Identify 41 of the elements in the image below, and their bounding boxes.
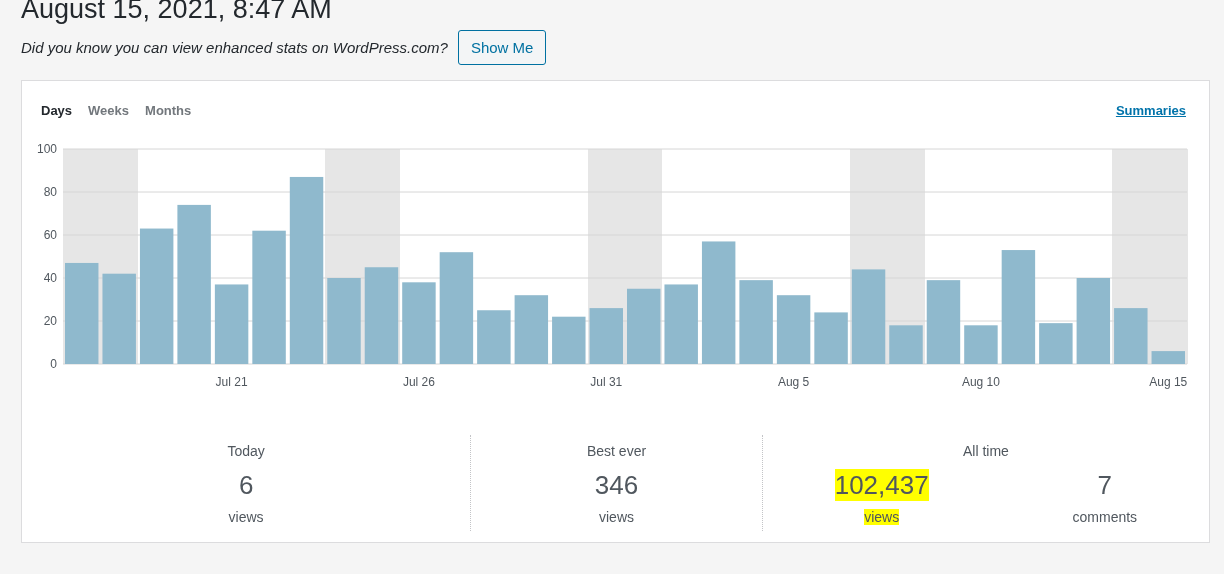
stat-unit: comments [1072, 509, 1138, 525]
notice-text: Did you know you can view enhanced stats on WordPress.com? [21, 38, 448, 56]
bar [477, 310, 511, 364]
x-tick-label: Aug 15 [1149, 375, 1188, 389]
y-tick-label: 40 [43, 271, 57, 285]
bar [1114, 308, 1148, 364]
stat-title: Today [227, 443, 265, 459]
bar [514, 295, 549, 364]
bar [889, 325, 923, 364]
x-tick-label: Jul 31 [590, 375, 623, 389]
y-tick-label: 0 [50, 357, 57, 371]
bar [1039, 323, 1073, 364]
stat-value: 102,437 [834, 469, 929, 501]
summaries-link[interactable]: Summaries [1115, 102, 1186, 118]
stat-unit: views [864, 509, 900, 525]
bar [964, 325, 998, 364]
x-tick-label: Jul 26 [402, 375, 435, 389]
y-tick-label: 80 [43, 185, 57, 199]
page-title: August 15, 2021, 8:47 AM [21, 0, 333, 26]
period-tab[interactable]: Weeks [88, 102, 130, 118]
bar [552, 316, 586, 364]
stat-value: 346 [594, 469, 639, 501]
stat-value: 7 [1097, 469, 1113, 501]
stat-title: Best ever [586, 443, 647, 459]
x-tick-label: Jul 21 [215, 375, 248, 389]
x-tick-label: Aug 10 [961, 375, 1000, 389]
bar [776, 295, 811, 364]
bar [1151, 351, 1185, 364]
period-tab[interactable]: Months [145, 102, 192, 118]
stat-unit: views [228, 509, 264, 525]
bar [589, 308, 623, 364]
stat-title: All time [962, 443, 1009, 459]
y-tick-label: 20 [43, 314, 57, 328]
bar [814, 312, 848, 364]
y-tick-label: 100 [36, 142, 57, 156]
stat-value: 6 [238, 469, 254, 501]
stat-unit: views [599, 509, 634, 525]
show-me-button[interactable]: Show Me [457, 29, 547, 65]
period-tab[interactable]: Days [41, 102, 73, 118]
y-tick-label: 60 [43, 228, 57, 242]
x-tick-label: Aug 5 [777, 375, 810, 389]
